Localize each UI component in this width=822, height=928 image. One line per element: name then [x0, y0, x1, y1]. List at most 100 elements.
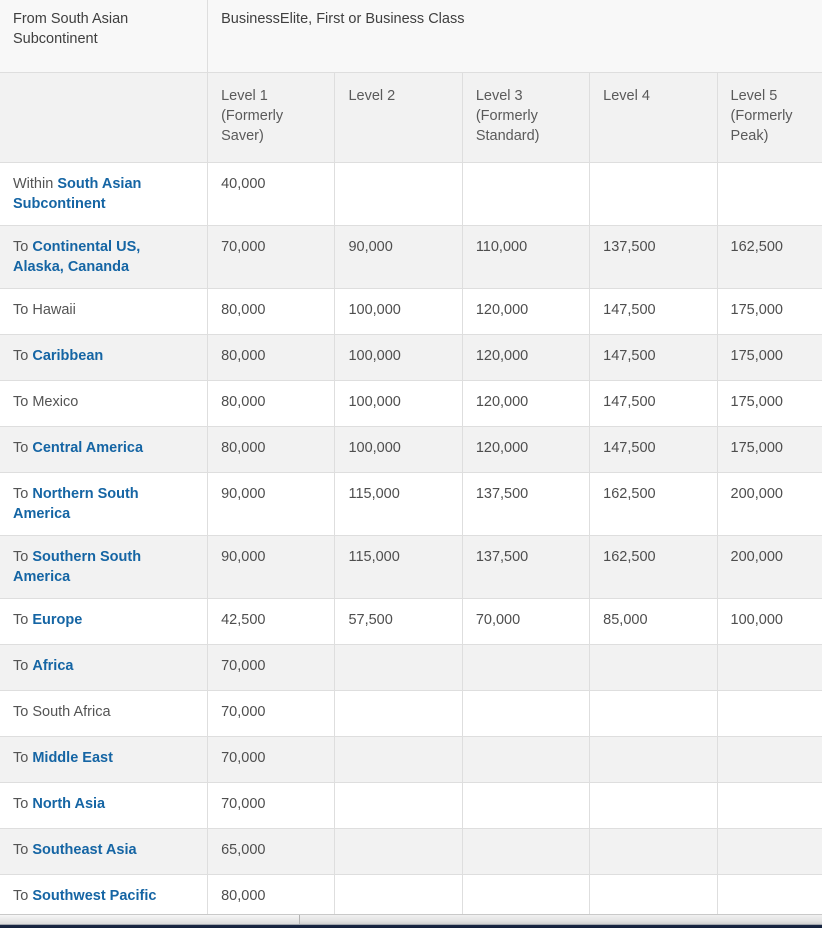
mileage-cell: 162,500: [717, 225, 822, 289]
origin-header: From South Asian Subcontinent: [0, 0, 209, 73]
region-link[interactable]: Caribbean: [32, 348, 103, 364]
level-header-blank: [0, 72, 209, 163]
region-prefix: To: [13, 485, 33, 502]
mileage-cell: [589, 736, 718, 783]
mileage-cell: 90,000: [207, 472, 336, 536]
mileage-cell: 42,500: [207, 598, 336, 645]
horizontal-scrollbar-thumb[interactable]: [0, 915, 300, 924]
mileage-cell: 90,000: [207, 535, 336, 599]
mileage-cell: 137,500: [462, 535, 591, 599]
mileage-cell: [589, 690, 718, 737]
mileage-cell: [589, 162, 718, 226]
mileage-cell: [334, 736, 463, 783]
header-row-cabin: From South Asian Subcontinent BusinessEl…: [0, 0, 822, 73]
region-prefix: To: [13, 841, 33, 858]
mileage-cell: [462, 736, 591, 783]
mileage-cell: 80,000: [207, 334, 336, 381]
mileage-cell: 100,000: [717, 598, 822, 645]
table-row: To Hawaii 80,000 100,000 120,000 147,500 175,…: [0, 288, 822, 335]
region-link[interactable]: North Asia: [32, 796, 105, 812]
mileage-cell: 57,500: [334, 598, 463, 645]
table-row: To South Africa 70,000: [0, 690, 822, 737]
cabin-class-header: BusinessElite, First or Business Class: [207, 0, 822, 73]
mileage-cell: [717, 690, 822, 737]
mileage-cell: 70,000: [207, 225, 336, 289]
table-row: To Europe 42,500 57,500 70,000 85,000 100,000: [0, 598, 822, 645]
region-cell: To Caribbean: [0, 334, 209, 381]
mileage-cell: 70,000: [207, 690, 336, 737]
mileage-cell: [334, 782, 463, 829]
mileage-cell: 147,500: [589, 334, 718, 381]
mileage-cell: 80,000: [207, 288, 336, 335]
region-prefix: To: [13, 795, 33, 812]
region-link[interactable]: Southwest Pacific: [32, 888, 156, 904]
region-link[interactable]: Southern South America: [13, 549, 141, 585]
table-head: From South Asian Subcontinent BusinessEl…: [0, 0, 822, 163]
mileage-cell: [334, 644, 463, 691]
horizontal-scrollbar[interactable]: [0, 914, 822, 928]
region-prefix: To: [13, 439, 33, 456]
mileage-cell: 120,000: [462, 288, 591, 335]
mileage-cell: 65,000: [207, 828, 336, 875]
table-body: Within South Asian Subcontinent 40,000 To …: [0, 162, 822, 921]
mileage-cell: 175,000: [717, 288, 822, 335]
mileage-cell: 120,000: [462, 334, 591, 381]
mileage-cell: 137,500: [589, 225, 718, 289]
table-row: To Continental US, Alaska, Cananda 70,000…: [0, 225, 822, 289]
region-cell: To Continental US, Alaska, Cananda: [0, 225, 209, 289]
mileage-cell: 147,500: [589, 380, 718, 427]
table-row: To Southern South America 90,000 115,000 13…: [0, 535, 822, 599]
mileage-cell: [462, 828, 591, 875]
mileage-cell: 80,000: [207, 380, 336, 427]
region-prefix: To: [13, 657, 33, 674]
mileage-cell: [717, 162, 822, 226]
region-label: South Africa: [32, 703, 111, 720]
mileage-cell: 40,000: [207, 162, 336, 226]
region-prefix: Within: [13, 175, 58, 192]
mileage-cell: 90,000: [334, 225, 463, 289]
mileage-cell: 200,000: [717, 535, 822, 599]
region-link[interactable]: Continental US, Alaska, Cananda: [13, 239, 140, 275]
region-prefix: To: [13, 611, 33, 628]
mileage-cell: 70,000: [207, 644, 336, 691]
region-label: Hawaii: [32, 301, 76, 318]
region-link[interactable]: Northern South America: [13, 486, 139, 522]
level-header-2: Level 2: [334, 72, 463, 163]
mileage-cell: [717, 644, 822, 691]
mileage-cell: [589, 782, 718, 829]
region-link[interactable]: Africa: [32, 658, 73, 674]
region-link[interactable]: Central America: [32, 440, 143, 456]
region-prefix: To: [13, 548, 33, 565]
region-cell: To Europe: [0, 598, 209, 645]
region-cell: To Central America: [0, 426, 209, 473]
region-cell: To Mexico: [0, 380, 209, 427]
mileage-cell: 70,000: [462, 598, 591, 645]
mileage-cell: 120,000: [462, 380, 591, 427]
mileage-cell: 175,000: [717, 334, 822, 381]
region-prefix: To: [13, 749, 33, 766]
level-header-1: Level 1 (Formerly Saver): [207, 72, 336, 163]
mileage-cell: [462, 690, 591, 737]
mileage-cell: 70,000: [207, 782, 336, 829]
region-cell: To Southern South America: [0, 535, 209, 599]
region-prefix: To: [13, 703, 33, 720]
region-prefix: To: [13, 347, 33, 364]
region-cell: To Africa: [0, 644, 209, 691]
region-link[interactable]: Europe: [32, 612, 82, 628]
mileage-cell: 137,500: [462, 472, 591, 536]
region-cell: To South Africa: [0, 690, 209, 737]
table-row: To Caribbean 80,000 100,000 120,000 147,500 1…: [0, 334, 822, 381]
mileage-cell: [462, 644, 591, 691]
table-row: Within South Asian Subcontinent 40,000: [0, 162, 822, 226]
mileage-cell: [717, 828, 822, 875]
table-row: To Mexico 80,000 100,000 120,000 147,500 175,…: [0, 380, 822, 427]
mileage-cell: [334, 690, 463, 737]
region-link[interactable]: Southeast Asia: [32, 842, 136, 858]
mileage-cell: [462, 162, 591, 226]
mileage-cell: 70,000: [207, 736, 336, 783]
table-row: To North Asia 70,000: [0, 782, 822, 829]
mileage-cell: 100,000: [334, 426, 463, 473]
region-link[interactable]: Middle East: [32, 750, 113, 766]
mileage-cell: 200,000: [717, 472, 822, 536]
level-header-4: Level 4: [589, 72, 718, 163]
